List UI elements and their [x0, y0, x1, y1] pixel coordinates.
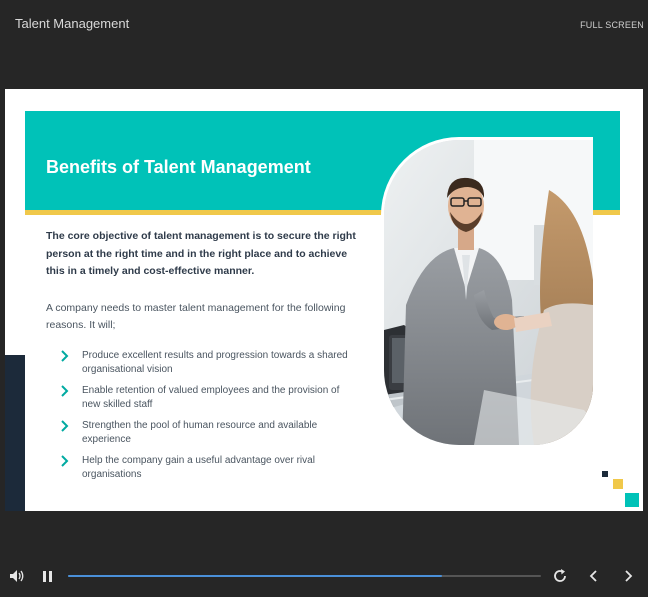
list-item: Enable retention of valued employees and… — [59, 384, 359, 412]
volume-icon[interactable] — [9, 569, 25, 583]
decor-square-teal — [625, 493, 639, 507]
chevron-right-bullet-icon — [61, 350, 69, 362]
chevron-right-bullet-icon — [61, 420, 69, 432]
player-controls — [0, 560, 648, 597]
fullscreen-button[interactable]: FULL SCREEN — [580, 20, 644, 30]
slide: Benefits of Talent Management The core o… — [5, 89, 643, 511]
benefits-list: Produce excellent results and progressio… — [59, 349, 359, 489]
intro-paragraph: The core objective of talent management … — [46, 230, 356, 277]
progress-bar[interactable] — [68, 575, 541, 577]
app-title: Talent Management — [15, 16, 130, 31]
list-item: Strengthen the pool of human resource an… — [59, 419, 359, 447]
replay-icon[interactable] — [552, 568, 568, 584]
list-item-text: Enable retention of valued employees and… — [82, 385, 340, 410]
list-item: Produce excellent results and progressio… — [59, 349, 359, 377]
list-item: Help the company gain a useful advantage… — [59, 454, 359, 482]
list-item-text: Produce excellent results and progressio… — [82, 350, 348, 375]
pause-icon[interactable] — [43, 571, 53, 583]
decor-square-yellow — [613, 479, 623, 489]
list-item-text: Strengthen the pool of human resource an… — [82, 420, 318, 445]
slide-title: Benefits of Talent Management — [46, 157, 311, 177]
chevron-right-bullet-icon — [61, 385, 69, 397]
chevron-right-bullet-icon — [61, 455, 69, 467]
handshake-photo — [381, 137, 593, 448]
top-bar: Talent Management FULL SCREEN — [0, 0, 648, 50]
body-paragraph: A company needs to master talent managem… — [46, 302, 346, 331]
chevron-right-icon[interactable] — [622, 569, 634, 583]
chevron-left-icon[interactable] — [588, 569, 600, 583]
progress-fill — [68, 575, 442, 577]
list-item-text: Help the company gain a useful advantage… — [82, 455, 315, 480]
decor-square-navy — [602, 471, 608, 477]
navy-accent-bar — [5, 355, 25, 511]
